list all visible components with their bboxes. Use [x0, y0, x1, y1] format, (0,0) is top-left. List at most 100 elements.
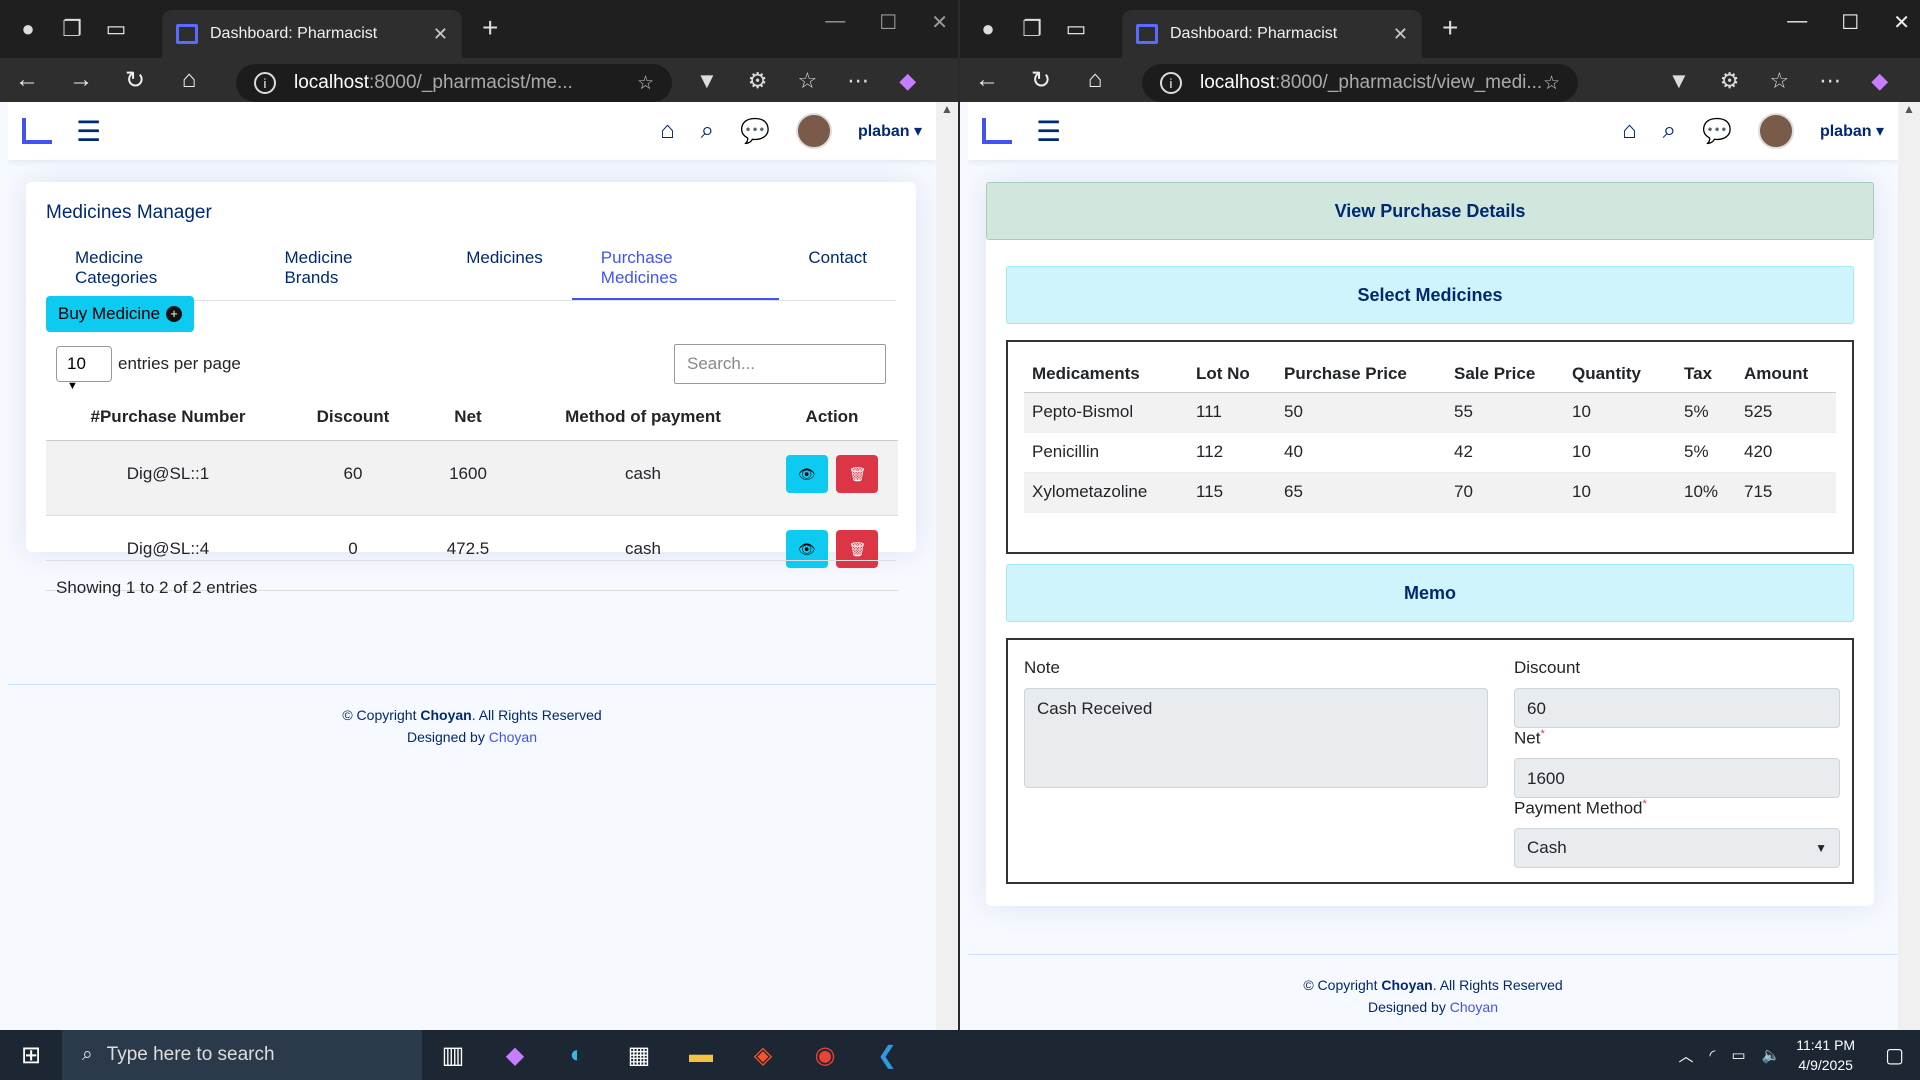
close-window-icon[interactable]: ✕: [931, 10, 948, 35]
col-purchase-number[interactable]: #Purchase Number: [46, 394, 290, 441]
col-net[interactable]: Net: [416, 394, 520, 441]
browser-tab[interactable]: Dashboard: Pharmacist ✕: [162, 10, 462, 58]
maximize-icon[interactable]: ☐: [879, 10, 897, 35]
tab-medicines[interactable]: Medicines: [437, 234, 572, 300]
notifications-icon[interactable]: ▢: [1885, 1043, 1904, 1068]
reload-icon[interactable]: ↻: [108, 66, 162, 95]
scroll-up-icon[interactable]: ▲: [1898, 102, 1920, 116]
tab-purchase-medicines[interactable]: Purchase Medicines: [571, 234, 780, 300]
close-window-icon[interactable]: ✕: [1893, 10, 1910, 35]
file-explorer-icon[interactable]: ▬: [670, 1030, 732, 1080]
copilot-app-icon[interactable]: ◆: [484, 1030, 546, 1080]
delete-button[interactable]: 🗑: [836, 530, 879, 568]
url-field[interactable]: i localhost:8000/_pharmacist/view_medi..…: [1142, 64, 1578, 102]
designer-link[interactable]: Choyan: [1450, 999, 1498, 1015]
user-menu[interactable]: plaban ▾: [858, 121, 922, 141]
scroll-up-icon[interactable]: ▲: [936, 102, 958, 116]
site-info-icon[interactable]: i: [254, 72, 276, 94]
messages-icon[interactable]: 💬: [1702, 117, 1732, 146]
taskbar-search[interactable]: ⌕ Type here to search: [62, 1030, 422, 1080]
volume-icon[interactable]: 🔈: [1762, 1046, 1781, 1064]
url-field[interactable]: i localhost:8000/_pharmacist/me... ☆: [236, 64, 672, 102]
more-menu-icon[interactable]: ⋯: [847, 68, 869, 94]
maximize-icon[interactable]: ☐: [1841, 10, 1859, 35]
vpn-extension-icon[interactable]: ▼: [1668, 68, 1690, 94]
scrollbar[interactable]: ▲: [1898, 102, 1920, 1030]
forward-icon[interactable]: →: [54, 66, 108, 94]
note-textarea[interactable]: Cash Received: [1024, 688, 1488, 788]
search-input[interactable]: Search...: [674, 344, 886, 384]
tab-medicine-categories[interactable]: Medicine Categories: [46, 234, 255, 300]
tab-contact[interactable]: Contact: [779, 234, 896, 300]
scrollbar[interactable]: ▲: [936, 102, 958, 1030]
battery-icon[interactable]: ▭: [1731, 1046, 1745, 1064]
avatar[interactable]: [1757, 113, 1794, 149]
avatar[interactable]: [795, 113, 832, 149]
tab-medicine-brands[interactable]: Medicine Brands: [255, 234, 437, 300]
memo-header: Memo: [1006, 564, 1854, 622]
extensions-icon[interactable]: ⚙: [748, 68, 768, 94]
select-medicines-header: Select Medicines: [1006, 266, 1854, 324]
browser-tab[interactable]: Dashboard: Pharmacist ✕: [1122, 10, 1422, 58]
task-view-icon[interactable]: ▥: [422, 1030, 484, 1080]
menu-toggle-icon[interactable]: ☰: [76, 115, 101, 148]
chevron-up-icon[interactable]: ︿: [1679, 1045, 1694, 1066]
back-icon[interactable]: ←: [960, 66, 1014, 94]
search-icon[interactable]: ⌕: [701, 117, 714, 145]
discount-field[interactable]: 60: [1514, 688, 1840, 728]
home-icon[interactable]: ⌂: [1622, 117, 1637, 145]
workspaces-icon[interactable]: ❐: [50, 7, 94, 51]
tab-actions-icon[interactable]: ▭: [1054, 7, 1098, 51]
tab-actions-icon[interactable]: ▭: [94, 7, 138, 51]
minimize-icon[interactable]: —: [1787, 10, 1807, 35]
col-action[interactable]: Action: [766, 394, 898, 441]
minimize-icon[interactable]: —: [825, 10, 845, 35]
copilot-icon[interactable]: ◆: [1871, 68, 1888, 94]
delete-button[interactable]: 🗑: [836, 455, 879, 493]
favorite-star-icon[interactable]: ☆: [637, 72, 654, 95]
view-button[interactable]: 👁: [785, 455, 828, 493]
profile-icon[interactable]: ●: [966, 7, 1010, 51]
extensions-icon[interactable]: ⚙: [1720, 68, 1740, 94]
home-icon[interactable]: ⌂: [162, 66, 216, 94]
profile-icon[interactable]: ●: [6, 7, 50, 51]
favorite-star-icon[interactable]: ☆: [1543, 72, 1560, 95]
new-tab-icon[interactable]: +: [482, 12, 498, 44]
user-menu[interactable]: plaban ▾: [1820, 121, 1884, 141]
copilot-icon[interactable]: ◆: [899, 68, 916, 94]
edge-icon[interactable]: ◐: [546, 1030, 608, 1080]
favorites-icon[interactable]: ☆: [1770, 68, 1790, 94]
net-field[interactable]: 1600: [1514, 758, 1840, 798]
network-icon[interactable]: ◜: [1710, 1046, 1716, 1064]
more-menu-icon[interactable]: ⋯: [1819, 68, 1841, 94]
home-icon[interactable]: ⌂: [1068, 66, 1122, 94]
vscode-icon[interactable]: ❮: [856, 1030, 918, 1080]
logo-icon[interactable]: [982, 118, 1012, 144]
buy-medicine-button[interactable]: Buy Medicine +: [46, 296, 195, 332]
store-icon[interactable]: ▦: [608, 1030, 670, 1080]
logo-icon[interactable]: [22, 118, 52, 144]
menu-toggle-icon[interactable]: ☰: [1036, 115, 1061, 148]
col-method[interactable]: Method of payment: [520, 394, 766, 441]
reload-icon[interactable]: ↻: [1014, 66, 1068, 95]
entries-select[interactable]: 10 ▼: [56, 346, 112, 392]
home-icon[interactable]: ⌂: [660, 117, 675, 145]
start-icon[interactable]: ⊞: [0, 1030, 62, 1080]
favorites-icon[interactable]: ☆: [798, 68, 818, 94]
back-icon[interactable]: ←: [0, 66, 54, 94]
view-button[interactable]: 👁: [785, 530, 828, 568]
clock[interactable]: 11:41 PM 4/9/2025: [1796, 1035, 1855, 1075]
vpn-extension-icon[interactable]: ▼: [696, 68, 718, 94]
messages-icon[interactable]: 💬: [740, 117, 770, 146]
close-tab-icon[interactable]: ✕: [1393, 24, 1408, 45]
search-icon[interactable]: ⌕: [1663, 117, 1676, 145]
payment-method-select[interactable]: Cash ▼: [1514, 828, 1840, 868]
site-info-icon[interactable]: i: [1160, 72, 1182, 94]
workspaces-icon[interactable]: ❐: [1010, 7, 1054, 51]
new-tab-icon[interactable]: +: [1442, 12, 1458, 44]
close-tab-icon[interactable]: ✕: [433, 24, 448, 45]
brave-icon[interactable]: ◈: [732, 1030, 794, 1080]
designer-link[interactable]: Choyan: [489, 729, 537, 745]
chrome-icon[interactable]: ◉: [794, 1030, 856, 1080]
col-discount[interactable]: Discount: [290, 394, 416, 441]
